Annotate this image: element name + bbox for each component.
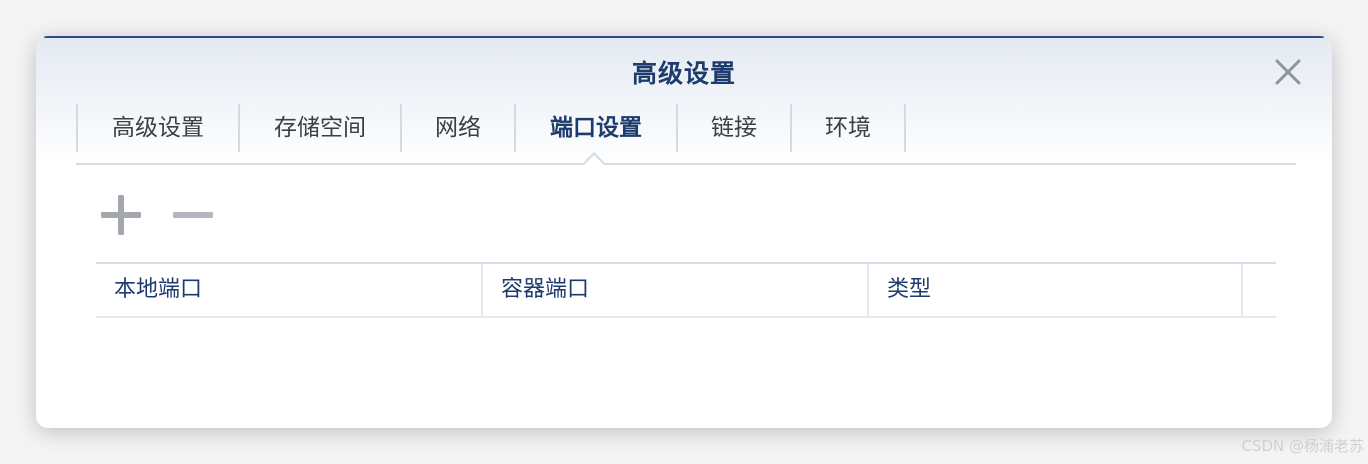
tab-storage[interactable]: 存储空间	[238, 104, 400, 152]
tab-underline	[76, 163, 1296, 165]
tab-environment[interactable]: 环境	[790, 104, 906, 152]
port-table: 本地端口 容器端口 类型	[96, 262, 1276, 318]
minus-icon	[173, 212, 213, 218]
close-icon	[1275, 59, 1301, 85]
column-header-local-port[interactable]: 本地端口	[96, 264, 483, 316]
dialog-title: 高级设置	[631, 59, 736, 88]
column-header-type[interactable]: 类型	[869, 264, 1243, 316]
tab-network[interactable]: 网络	[400, 104, 514, 152]
plus-icon	[101, 195, 141, 235]
advanced-settings-dialog: 高级设置 高级设置 存储空间 网络 端口设置 链接 环境 本地端口 容器端口 类…	[36, 36, 1332, 428]
add-port-button[interactable]	[98, 192, 144, 238]
remove-port-button[interactable]	[170, 192, 216, 238]
watermark: CSDN @杨浦老苏	[1241, 437, 1364, 455]
tab-links[interactable]: 链接	[676, 104, 790, 152]
active-tab-pointer-fill	[584, 155, 604, 165]
close-button[interactable]	[1272, 56, 1304, 88]
tab-bar: 高级设置 存储空间 网络 端口设置 链接 环境	[76, 104, 906, 152]
header-accent-line	[44, 36, 1324, 38]
column-header-filler	[1243, 264, 1276, 316]
column-header-container-port[interactable]: 容器端口	[483, 264, 869, 316]
tab-advanced-settings[interactable]: 高级设置	[76, 104, 238, 152]
tab-port-settings[interactable]: 端口设置	[514, 104, 676, 152]
